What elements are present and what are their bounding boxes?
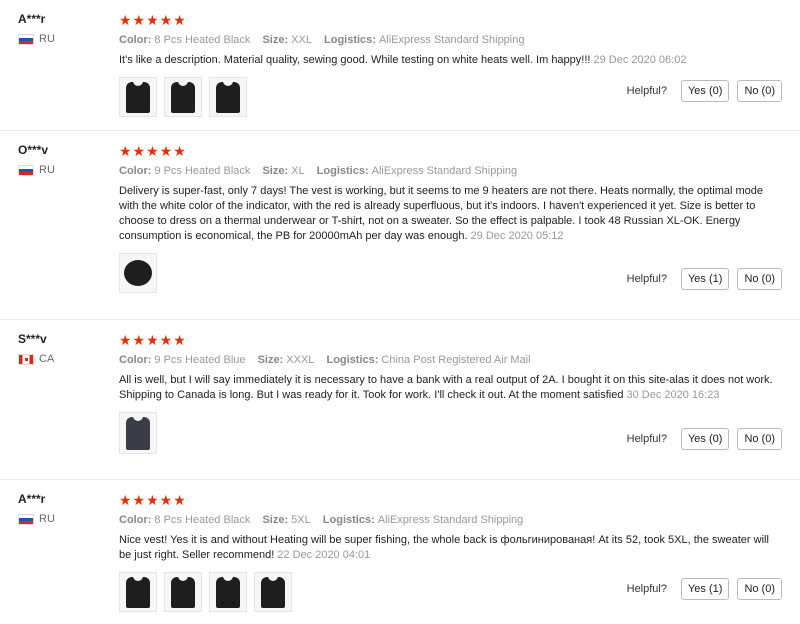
- review-image-thumbnail[interactable]: [119, 572, 157, 612]
- logistics-value: AliExpress Standard Shipping: [371, 165, 518, 177]
- review-meta: Color: 9 Pcs Heated Black Size: XL Logisti…: [119, 165, 782, 177]
- helpful-no-button[interactable]: No (0): [737, 268, 782, 290]
- review-date: 30 Dec 2020 16:23: [626, 389, 720, 401]
- logistics-label: Logistics:: [322, 514, 375, 526]
- review-body: ★★★★★ Color: 9 Pcs Heated Blue Size: XXXL …: [119, 332, 782, 454]
- size-label: Size:: [262, 165, 289, 177]
- review-image-thumbnail[interactable]: [209, 572, 247, 612]
- canada-flag-icon: [18, 353, 34, 365]
- logistics-value: China Post Registered Air Mail: [381, 354, 531, 366]
- helpful-label: Helpful?: [626, 273, 667, 285]
- logistics-label: Logistics:: [326, 354, 379, 366]
- review-date: 22 Dec 2020 04:01: [277, 549, 371, 561]
- size-label: Size:: [262, 34, 289, 46]
- logistics-label: Logistics:: [324, 34, 376, 46]
- review-item: O***v RU ★★★★★ Color: 9 Pcs Heated Black …: [0, 131, 800, 320]
- star-rating: ★★★★★: [119, 492, 187, 508]
- review-image-thumbnail[interactable]: [164, 77, 202, 117]
- review-image-thumbnail[interactable]: [164, 572, 202, 612]
- reviewer-country: RU: [18, 513, 55, 525]
- helpful-label: Helpful?: [626, 583, 667, 595]
- review-body: ★★★★★ Color: 8 Pcs Heated Black Size: XXL …: [119, 12, 782, 117]
- review-image-thumbnail[interactable]: [209, 77, 247, 117]
- helpful-vote: Helpful? Yes (1) No (0): [627, 578, 782, 600]
- helpful-yes-button[interactable]: Yes (1): [680, 578, 730, 600]
- size-value: XXXL: [286, 354, 315, 366]
- helpful-label: Helpful?: [626, 433, 667, 445]
- reviewer-country: RU: [18, 33, 55, 45]
- review-meta: Color: 8 Pcs Heated Black Size: 5XL Logist…: [119, 514, 782, 526]
- reviewer-info: A***r RU: [18, 492, 55, 525]
- russia-flag-icon: [18, 513, 34, 525]
- color-label: Color:: [119, 34, 152, 46]
- review-item: A***r RU ★★★★★ Color: 8 Pcs Heated Black …: [0, 480, 800, 624]
- reviewer-name: A***r: [18, 492, 46, 506]
- star-rating: ★★★★★: [119, 12, 187, 28]
- review-meta: Color: 8 Pcs Heated Black Size: XXL Logist…: [119, 34, 782, 46]
- color-label: Color:: [119, 354, 152, 366]
- reviewer-info: O***v RU: [18, 143, 55, 176]
- logistics-label: Logistics:: [316, 165, 369, 177]
- review-body: ★★★★★ Color: 9 Pcs Heated Black Size: XL L…: [119, 143, 782, 293]
- country-code: RU: [39, 33, 55, 45]
- reviewer-info: A***r RU: [18, 12, 55, 45]
- helpful-yes-button[interactable]: Yes (0): [680, 428, 730, 450]
- country-code: CA: [39, 353, 55, 365]
- color-value: 8 Pcs Heated Black: [154, 514, 251, 526]
- review-item: A***r RU ★★★★★ Color: 8 Pcs Heated Black …: [0, 0, 800, 131]
- review-image-thumbnail[interactable]: [119, 412, 157, 454]
- review-image-thumbnail[interactable]: [119, 253, 157, 293]
- star-rating: ★★★★★: [119, 143, 187, 159]
- review-text: It's like a description. Material qualit…: [119, 54, 687, 66]
- review-item: S***v CA ★★★★★ Color: 9 Pcs Heated Blue S…: [0, 320, 800, 480]
- logistics-value: AliExpress Standard Shipping: [378, 34, 525, 46]
- review-text: All is well, but I will say immediately …: [119, 374, 773, 401]
- review-image-thumbnail[interactable]: [119, 77, 157, 117]
- reviewer-country: RU: [18, 164, 55, 176]
- size-label: Size:: [262, 514, 289, 526]
- size-value: XL: [291, 165, 305, 177]
- helpful-vote: Helpful? Yes (0) No (0): [627, 80, 782, 102]
- reviewer-info: S***v CA: [18, 332, 54, 365]
- russia-flag-icon: [18, 33, 34, 45]
- review-text: Nice vest! Yes it is and without Heating…: [119, 534, 769, 561]
- country-code: RU: [39, 164, 55, 176]
- helpful-vote: Helpful? Yes (0) No (0): [627, 428, 782, 450]
- size-value: XXL: [291, 34, 312, 46]
- helpful-vote: Helpful? Yes (1) No (0): [627, 268, 782, 290]
- color-label: Color:: [119, 514, 152, 526]
- star-rating: ★★★★★: [119, 332, 187, 348]
- review-date: 29 Dec 2020 06:02: [593, 54, 687, 66]
- helpful-yes-button[interactable]: Yes (0): [680, 80, 730, 102]
- logistics-value: AliExpress Standard Shipping: [377, 514, 524, 526]
- review-image-thumbnail[interactable]: [254, 572, 292, 612]
- reviewer-name: S***v: [18, 332, 47, 346]
- helpful-no-button[interactable]: No (0): [737, 428, 782, 450]
- size-label: Size:: [257, 354, 284, 366]
- review-text: Delivery is super-fast, only 7 days! The…: [119, 185, 763, 242]
- country-code: RU: [39, 513, 55, 525]
- review-body: ★★★★★ Color: 8 Pcs Heated Black Size: 5XL …: [119, 492, 782, 612]
- helpful-no-button[interactable]: No (0): [737, 80, 782, 102]
- helpful-label: Helpful?: [626, 85, 667, 97]
- reviewer-name: O***v: [18, 143, 49, 157]
- reviewer-country: CA: [18, 353, 54, 365]
- helpful-yes-button[interactable]: Yes (1): [680, 268, 730, 290]
- color-value: 8 Pcs Heated Black: [154, 34, 251, 46]
- review-meta: Color: 9 Pcs Heated Blue Size: XXXL Logist…: [119, 354, 782, 366]
- reviewer-name: A***r: [18, 12, 46, 26]
- helpful-no-button[interactable]: No (0): [737, 578, 782, 600]
- color-value: 9 Pcs Heated Blue: [154, 354, 246, 366]
- review-date: 29 Dec 2020 05:12: [470, 230, 564, 242]
- color-label: Color:: [119, 165, 152, 177]
- size-value: 5XL: [291, 514, 311, 526]
- russia-flag-icon: [18, 164, 34, 176]
- color-value: 9 Pcs Heated Black: [154, 165, 251, 177]
